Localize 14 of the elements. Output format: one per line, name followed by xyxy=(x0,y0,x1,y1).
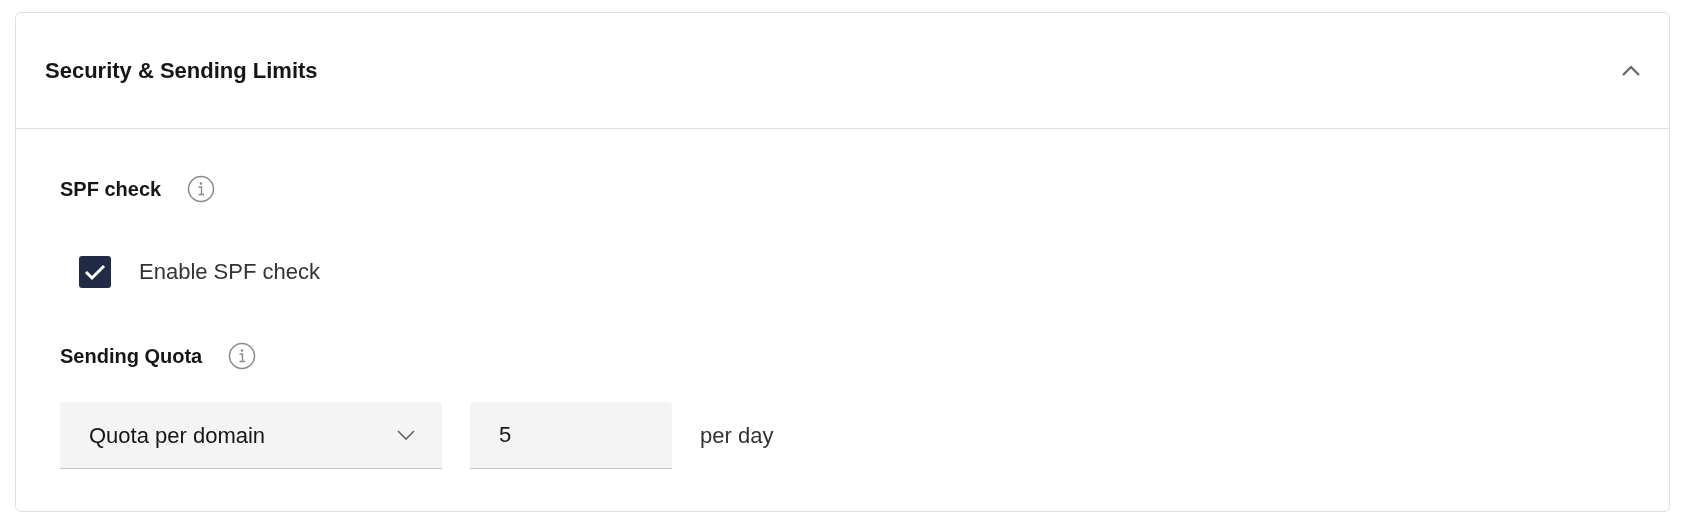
field-label: Sending Quota xyxy=(60,344,203,369)
info-icon[interactable] xyxy=(228,342,257,370)
chevron-down-icon xyxy=(396,429,416,441)
check-icon xyxy=(84,262,106,281)
quota-input[interactable]: 5 xyxy=(470,402,672,469)
section-header[interactable]: Security & Sending Limits xyxy=(16,13,1669,129)
info-icon[interactable] xyxy=(187,175,216,203)
unit-label: per day xyxy=(700,422,774,450)
chevron-icon[interactable] xyxy=(1621,64,1641,77)
section-title: Security & Sending Limits xyxy=(45,57,318,85)
field-label: SPF check xyxy=(60,177,162,202)
checkbox-label: Enable SPF check xyxy=(139,258,320,286)
quota-select[interactable]: Quota per domain xyxy=(60,402,442,469)
checkbox[interactable] xyxy=(79,255,111,288)
